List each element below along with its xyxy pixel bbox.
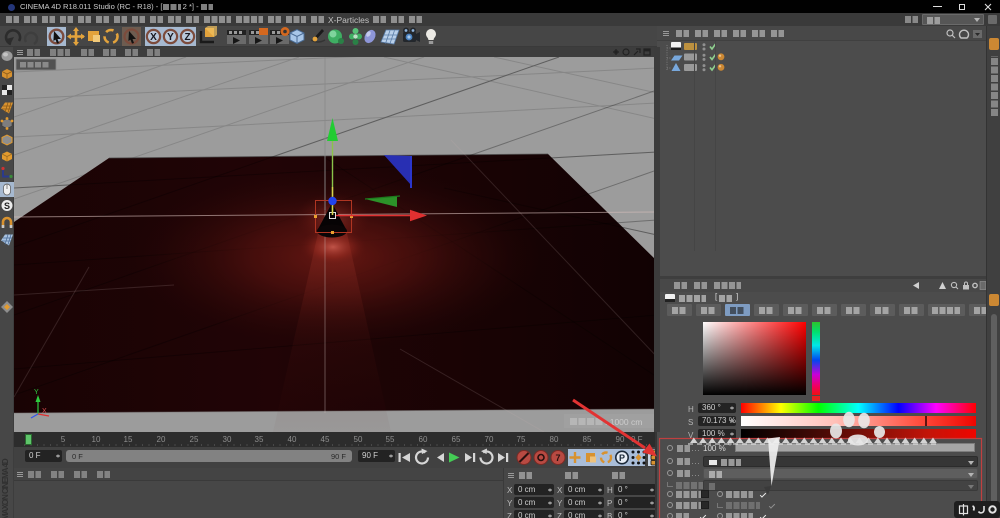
svg-text:Z: Z [184, 32, 190, 43]
svg-text:7: 7 [555, 453, 560, 463]
svg-text:Y: Y [167, 32, 174, 43]
svg-text:S: S [4, 201, 10, 211]
svg-text:Y: Y [34, 389, 39, 396]
svg-text:X: X [42, 408, 47, 415]
svg-text:P: P [619, 453, 625, 463]
svg-text:X: X [150, 32, 157, 43]
svg-text:: 1000 cm: : 1000 cm [605, 417, 642, 427]
